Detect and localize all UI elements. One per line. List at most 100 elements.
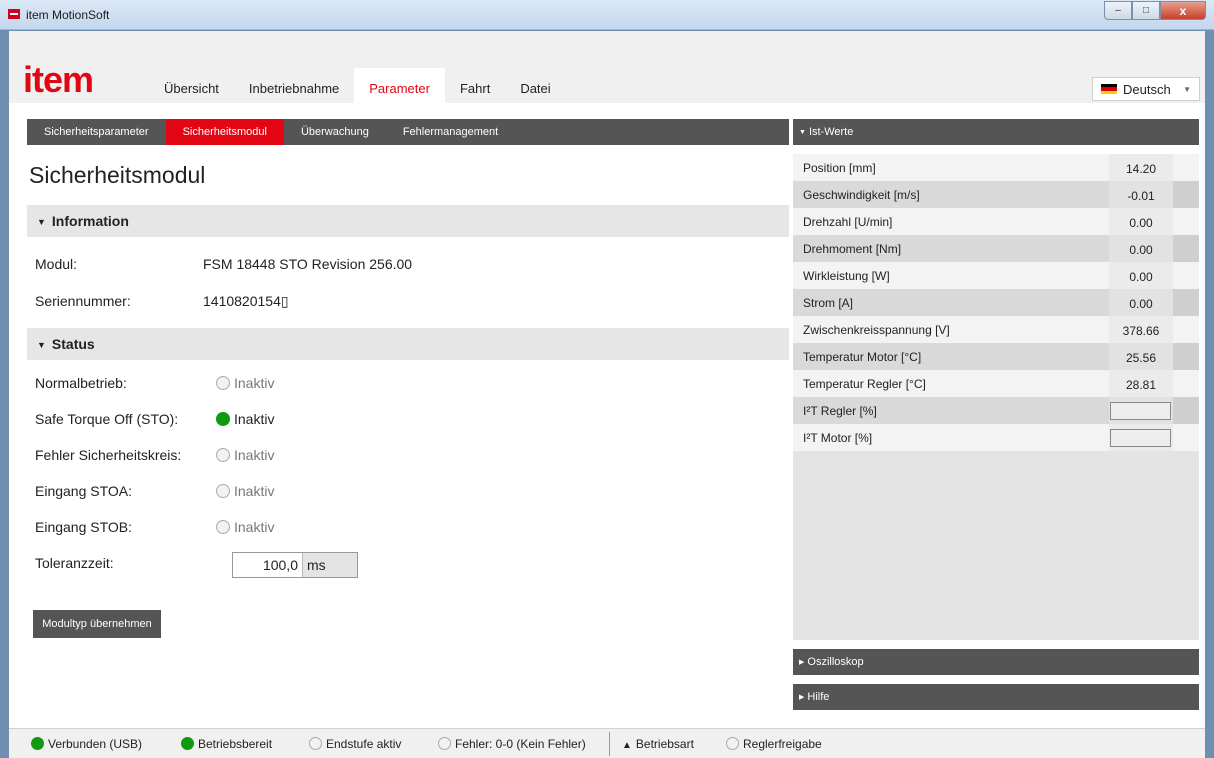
status-label: Eingang STOB: [35,519,133,535]
maximize-button[interactable]: □ [1132,1,1160,20]
window-titlebar: item MotionSoft – □ x [0,0,1214,30]
status-value: Inaktiv [234,519,275,535]
status-connected: Verbunden (USB) [31,737,142,751]
ist-value: -0.01 [1127,189,1155,203]
status-indicator: Inaktiv [216,480,274,502]
table-row: I²T Regler [%] [793,397,1199,424]
status-led-icon [216,412,230,426]
status-indicator: Inaktiv [216,516,274,538]
app-header: item Übersicht Inbetriebnahme Parameter … [9,31,1205,103]
ist-label: I²T Regler [%] [803,404,877,418]
tolerance-unit: ms [303,553,357,577]
ist-label: Strom [A] [803,296,854,310]
app-client: item Übersicht Inbetriebnahme Parameter … [9,31,1205,758]
status-value: Inaktiv [234,411,275,427]
status-error: Fehler: 0-0 (Kein Fehler) [438,737,586,751]
tolerance-label: Toleranzzeit: [35,555,114,571]
status-label: Normalbetrieb: [35,375,127,391]
page-title: Sicherheitsmodul [29,162,206,188]
oszilloskop-panel-header[interactable]: ▶ Oszilloskop [793,649,1199,675]
modul-row: Modul: FSM 18448 STO Revision 256.00 [35,253,412,275]
status-separator [609,732,610,756]
status-label: Fehler Sicherheitskreis: [35,447,182,463]
status-row-eingang-stob: Eingang STOB: Inaktiv [35,516,274,538]
serial-value: 1410820154▯ [203,293,289,309]
status-indicator: Inaktiv [216,372,274,394]
status-label: Safe Torque Off (STO): [35,411,179,427]
status-led-icon [31,737,44,750]
status-operating-mode[interactable]: ▲ Betriebsart [622,737,694,751]
status-row-eingang-stoa: Eingang STOA: Inaktiv [35,480,274,502]
serial-row: Seriennummer: 1410820154▯ [35,290,289,312]
status-indicator: Inaktiv [216,408,274,430]
subtab-sicherheitsmodul[interactable]: Sicherheitsmodul [165,119,284,145]
tab-inbetriebnahme[interactable]: Inbetriebnahme [234,68,354,103]
status-led-icon [216,376,230,390]
tab-fahrt[interactable]: Fahrt [445,68,505,103]
status-value: Inaktiv [234,483,275,499]
table-row: Temperatur Regler [°C] 28.81 [793,370,1199,397]
language-select[interactable]: Deutsch ▼ [1092,77,1200,101]
ist-werte-header[interactable]: ▼ Ist-Werte [793,119,1199,145]
status-label: Eingang STOA: [35,483,133,499]
modul-label: Modul: [35,256,78,272]
app-icon [8,9,20,19]
table-row: Geschwindigkeit [m/s] -0.01 [793,181,1199,208]
close-button[interactable]: x [1160,1,1206,20]
ist-label: Temperatur Regler [°C] [803,377,926,391]
i2t-regler-bar [1110,402,1171,420]
status-led-icon [181,737,194,750]
ist-value: 14.20 [1125,162,1157,176]
tab-parameter[interactable]: Parameter [354,68,445,103]
apply-module-type-button[interactable]: Modultyp übernehmen [33,610,161,638]
table-row: Drehmoment [Nm] 0.00 [793,235,1199,262]
i2t-motor-bar [1110,429,1171,447]
ist-label: Wirkleistung [W] [803,269,890,283]
status-value: Inaktiv [234,447,275,463]
hilfe-heading: Hilfe [807,691,830,703]
status-output-stage: Endstufe aktiv [309,737,401,751]
caret-down-icon: ▼ [799,129,806,136]
status-section-header[interactable]: ▼ Status [27,328,789,360]
serial-label: Seriennummer: [35,293,131,309]
status-row-normalbetrieb: Normalbetrieb: Inaktiv [35,372,274,394]
oszilloskop-heading: Oszilloskop [807,656,864,668]
information-section-header[interactable]: ▼ Information [27,205,789,237]
ist-label: Zwischenkreisspannung [V] [803,323,950,337]
subtab-fehlermanagement[interactable]: Fehlermanagement [386,119,515,145]
status-value: Inaktiv [234,375,275,391]
ist-label: Geschwindigkeit [m/s] [803,188,920,202]
table-row: Zwischenkreisspannung [V] 378.66 [793,316,1199,343]
chevron-down-icon: ▼ [1183,85,1191,94]
caret-down-icon: ▼ [37,340,46,350]
ist-label: Drehmoment [Nm] [803,242,902,256]
tolerance-field: 100,0 ms [232,552,358,578]
status-bar: Verbunden (USB) Betriebsbereit Endstufe … [9,728,1205,758]
language-value: Deutsch [1123,81,1171,97]
item-logo: item [23,59,94,100]
tolerance-input[interactable]: 100,0 [233,553,303,577]
status-heading: Status [51,336,95,352]
modul-value: FSM 18448 STO Revision 256.00 [203,256,413,272]
hilfe-panel-header[interactable]: ▶ Hilfe [793,684,1199,710]
status-led-icon [726,737,739,750]
caret-right-icon: ▶ [799,659,805,666]
ist-label: Position [mm] [803,161,876,175]
tab-uebersicht[interactable]: Übersicht [149,68,234,103]
main-panel: Sicherheitsparameter Sicherheitsmodul Üb… [19,119,789,717]
tab-datei[interactable]: Datei [505,68,565,103]
caret-right-icon: ▶ [799,694,805,701]
subtab-sicherheitsparameter[interactable]: Sicherheitsparameter [27,119,166,145]
minimize-button[interactable]: – [1104,1,1132,20]
status-ready: Betriebsbereit [181,737,272,751]
status-led-icon [309,737,322,750]
ist-value: 0.00 [1129,216,1153,230]
tolerance-row: Toleranzzeit: 100,0 ms [35,552,375,578]
table-row: Strom [A] 0.00 [793,289,1199,316]
ist-label: Temperatur Motor [°C] [803,350,922,364]
window-title: item MotionSoft [26,8,110,22]
ist-value: 25.56 [1125,351,1157,365]
subtab-ueberwachung[interactable]: Überwachung [284,119,386,145]
ist-value: 0.00 [1129,243,1153,257]
caret-down-icon: ▼ [37,217,46,227]
